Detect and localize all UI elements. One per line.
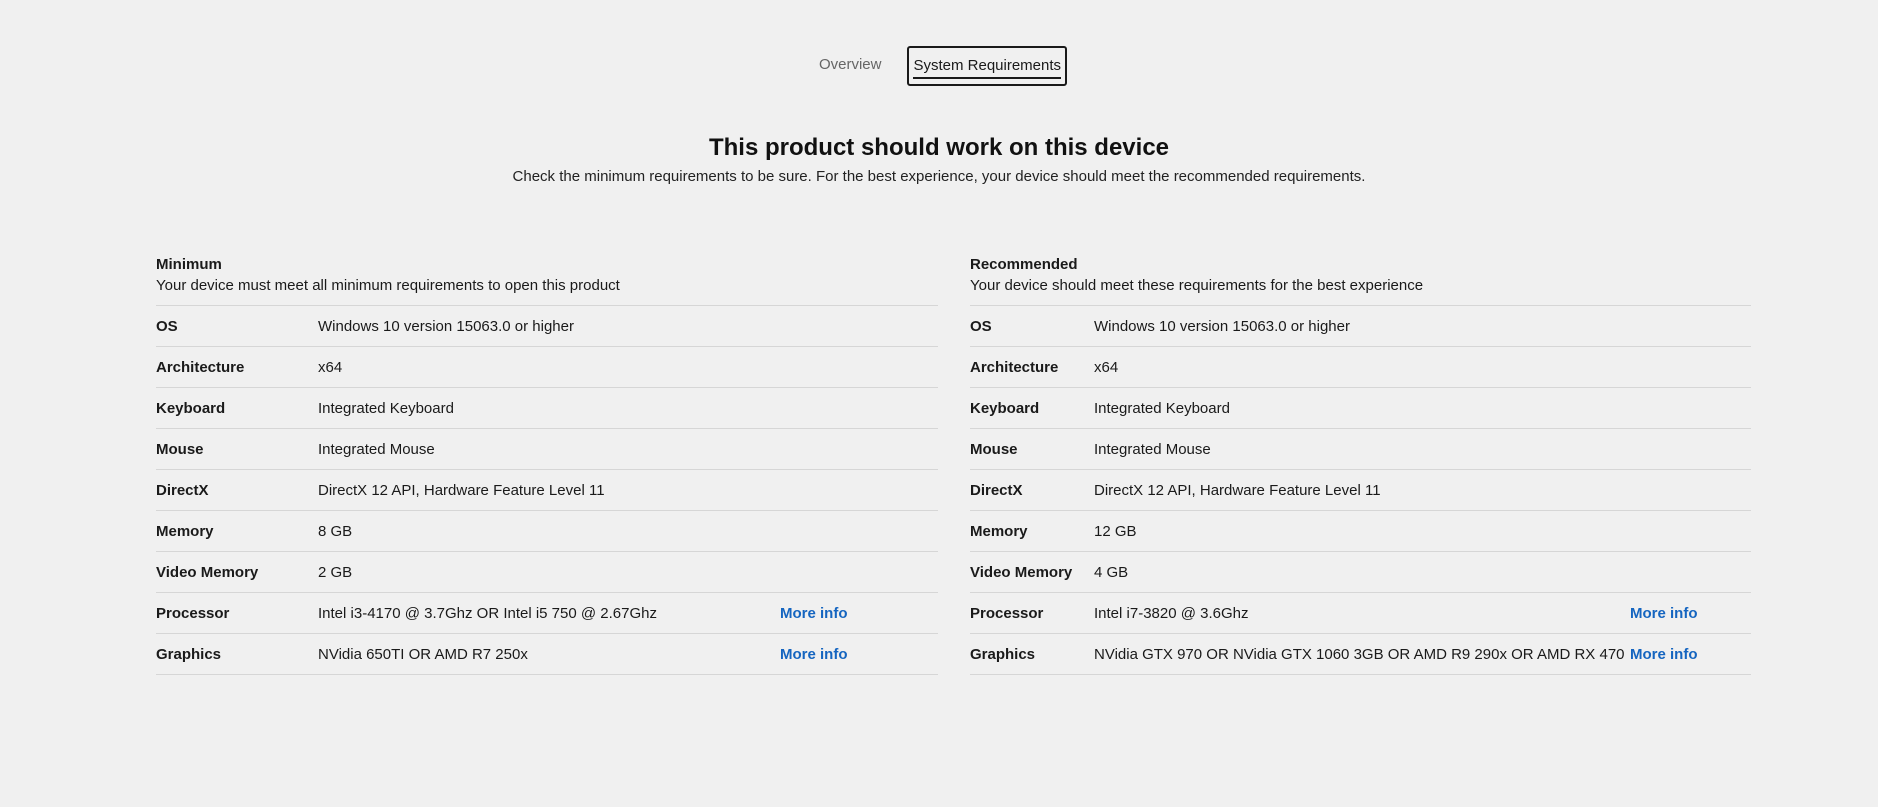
recommended-description: Your device should meet these requiremen… xyxy=(970,277,1424,294)
requirement-label: Graphics xyxy=(156,645,222,663)
requirement-row-architecture: Architecture x64 xyxy=(156,347,938,388)
requirement-row-keyboard: Keyboard Integrated Keyboard xyxy=(156,388,938,429)
requirement-value: x64 xyxy=(1094,358,1119,376)
requirement-label: Video Memory xyxy=(970,563,1073,581)
requirement-row-architecture: Architecture x64 xyxy=(970,347,1751,388)
recommended-requirements-section: Recommended Your device should meet thes… xyxy=(970,256,1751,675)
requirement-value: Integrated Keyboard xyxy=(1094,399,1230,417)
requirement-value: Integrated Mouse xyxy=(1094,440,1211,458)
requirement-value: DirectX 12 API, Hardware Feature Level 1… xyxy=(318,481,605,499)
requirement-value: Windows 10 version 15063.0 or higher xyxy=(318,317,574,335)
requirement-label: Processor xyxy=(156,604,230,622)
requirement-label: Mouse xyxy=(970,440,1018,458)
minimum-requirements-table: OS Windows 10 version 15063.0 or higher … xyxy=(156,305,938,675)
requirement-row-video-memory: Video Memory 2 GB xyxy=(156,552,938,593)
system-requirements-page: Overview System Requirements This produc… xyxy=(0,0,1878,807)
graphics-more-info-link[interactable]: More info xyxy=(1630,646,1698,663)
tab-system-requirements-label: System Requirements xyxy=(913,56,1062,79)
requirement-value: NVidia GTX 970 OR NVidia GTX 1060 3GB OR… xyxy=(1094,645,1625,663)
requirement-value: 2 GB xyxy=(318,563,353,581)
tab-overview[interactable]: Overview xyxy=(811,46,890,86)
minimum-requirements-section: Minimum Your device must meet all minimu… xyxy=(156,256,938,675)
requirement-value: 4 GB xyxy=(1094,563,1129,581)
requirement-value: 12 GB xyxy=(1094,522,1137,540)
requirement-row-os: OS Windows 10 version 15063.0 or higher xyxy=(970,306,1751,347)
requirement-row-processor: Processor Intel i7-3820 @ 3.6Ghz More in… xyxy=(970,593,1751,634)
requirement-row-directx: DirectX DirectX 12 API, Hardware Feature… xyxy=(970,470,1751,511)
requirement-label: Memory xyxy=(156,522,214,540)
requirement-value: Windows 10 version 15063.0 or higher xyxy=(1094,317,1350,335)
requirement-value: Intel i7-3820 @ 3.6Ghz xyxy=(1094,604,1249,622)
requirement-label: Architecture xyxy=(970,358,1059,376)
requirement-row-mouse: Mouse Integrated Mouse xyxy=(970,429,1751,470)
requirement-label: Graphics xyxy=(970,645,1036,663)
requirement-value: 8 GB xyxy=(318,522,353,540)
requirement-value: Integrated Keyboard xyxy=(318,399,454,417)
requirement-label: Keyboard xyxy=(970,399,1040,417)
requirement-label: Video Memory xyxy=(156,563,259,581)
processor-more-info-link[interactable]: More info xyxy=(1630,605,1698,622)
requirement-row-directx: DirectX DirectX 12 API, Hardware Feature… xyxy=(156,470,938,511)
requirement-row-graphics: Graphics NVidia GTX 970 OR NVidia GTX 10… xyxy=(970,634,1751,675)
processor-more-info-link[interactable]: More info xyxy=(780,605,848,622)
requirement-label: DirectX xyxy=(970,481,1023,499)
tab-system-requirements[interactable]: System Requirements xyxy=(907,46,1068,86)
requirement-row-keyboard: Keyboard Integrated Keyboard xyxy=(970,388,1751,429)
requirement-value: DirectX 12 API, Hardware Feature Level 1… xyxy=(1094,481,1381,499)
requirement-row-processor: Processor Intel i3-4170 @ 3.7Ghz OR Inte… xyxy=(156,593,938,634)
minimum-description: Your device must meet all minimum requir… xyxy=(156,277,620,294)
graphics-more-info-link[interactable]: More info xyxy=(780,646,848,663)
requirement-value: Integrated Mouse xyxy=(318,440,435,458)
requirement-row-graphics: Graphics NVidia 650TI OR AMD R7 250x Mor… xyxy=(156,634,938,675)
recommended-requirements-table: OS Windows 10 version 15063.0 or higher … xyxy=(970,305,1751,675)
requirement-label: OS xyxy=(970,317,992,335)
tab-bar: Overview System Requirements xyxy=(0,46,1878,86)
requirement-row-memory: Memory 8 GB xyxy=(156,511,938,552)
requirement-label: Keyboard xyxy=(156,399,226,417)
requirement-label: Memory xyxy=(970,522,1028,540)
page-title: This product should work on this device xyxy=(708,134,1170,161)
requirement-label: Processor xyxy=(970,604,1044,622)
requirement-row-mouse: Mouse Integrated Mouse xyxy=(156,429,938,470)
requirement-row-memory: Memory 12 GB xyxy=(970,511,1751,552)
requirement-value: x64 xyxy=(318,358,343,376)
minimum-title: Minimum xyxy=(156,256,222,273)
requirement-value: NVidia 650TI OR AMD R7 250x xyxy=(318,645,528,663)
requirement-row-video-memory: Video Memory 4 GB xyxy=(970,552,1751,593)
requirement-value: Intel i3-4170 @ 3.7Ghz OR Intel i5 750 @… xyxy=(318,604,657,622)
requirement-label: DirectX xyxy=(156,481,209,499)
requirement-label: Mouse xyxy=(156,440,204,458)
page-subtitle: Check the minimum requirements to be sur… xyxy=(512,168,1366,185)
requirement-label: OS xyxy=(156,317,178,335)
recommended-title: Recommended xyxy=(970,256,1078,273)
requirement-label: Architecture xyxy=(156,358,245,376)
requirement-row-os: OS Windows 10 version 15063.0 or higher xyxy=(156,306,938,347)
